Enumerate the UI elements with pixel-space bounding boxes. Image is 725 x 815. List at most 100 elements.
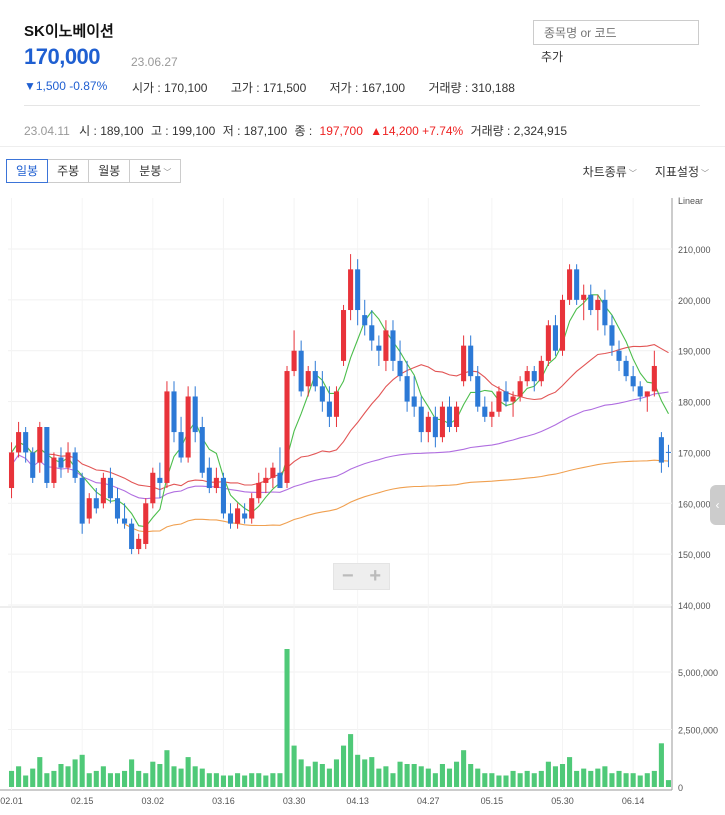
open-price: 시가 : 170,100 [132,81,208,95]
volume-bar [185,757,191,787]
candle-body [340,310,347,361]
volume-bar [404,764,410,787]
candle-body [404,376,410,402]
history-high: 고 : 199,100 [150,124,216,138]
volume-tick-label: 0 [678,783,683,793]
volume-bar [496,775,502,787]
volume-bar [122,770,128,787]
add-button[interactable]: 추가 [541,48,563,65]
zoom-control: − + [333,563,390,590]
date-tick-label: 03.16 [212,796,235,806]
chevron-down-icon: ﹀ [628,169,637,178]
candle-body [595,299,601,311]
history-date: 23.04.11 [24,124,70,138]
volume-bar [79,754,85,787]
candle-body [256,482,262,499]
candle-body [333,391,340,417]
candle-body [510,396,516,402]
volume-bar [531,773,537,787]
date-tick-label: 05.15 [481,796,504,806]
volume-bar [298,759,304,787]
date-tick-label: 04.27 [417,796,440,806]
volume-tick-label: 2,500,000 [678,726,718,736]
candle-body [44,427,50,483]
indicator-settings-dropdown[interactable]: 지표설정 ﹀ [655,163,709,180]
volume-bar [114,773,121,787]
candle-body [439,406,445,438]
volume-bar [658,743,664,787]
tab-minute[interactable]: 분봉 ﹀ [129,159,182,183]
candle-body [23,432,29,453]
volume-bar [319,764,325,787]
candle-body [567,269,573,300]
date-tick-label: 03.30 [283,796,306,806]
price-chart[interactable]: 210,000 200,000 190,000 180,000 170,000 160,0… [0,193,725,815]
search-input[interactable] [533,20,699,45]
price-date: 23.06.27 [131,55,178,69]
chart-type-dropdown[interactable]: 차트종류 ﹀ [583,163,637,180]
candle-body [242,513,248,519]
volume-bar [616,770,622,787]
volume-bar [630,773,636,787]
candle-body [199,427,205,473]
candle-body [425,416,431,433]
candle-body [531,371,537,382]
tab-daily[interactable]: 일봉 [6,159,49,183]
volume-bar [157,764,163,787]
volume-bar [383,766,389,787]
candle-body [418,406,424,433]
candle-body [623,360,629,377]
candle-body [489,411,495,417]
history-close: 197,700 [319,124,363,138]
volume-bar [284,649,290,787]
candle-body [129,523,135,550]
volume-bar [489,773,495,787]
volume-bar [432,773,438,787]
volume-bar [100,766,106,787]
candle-body [107,477,113,499]
volume-bar [362,759,368,787]
chevron-left-icon[interactable]: ‹ [710,485,725,525]
volume-bar [461,750,467,787]
candle-body [552,325,558,351]
chevron-down-icon: ﹀ [163,168,172,177]
candle-body [376,345,382,351]
volume-bar [333,759,340,787]
volume-bar [355,754,361,787]
volume-bar [609,773,615,787]
candle-body [355,269,361,311]
candle-body [37,427,43,463]
volume-bar [199,768,205,787]
history-close-label: 종 : [294,124,313,138]
candle-body [637,386,643,397]
candle-body [475,376,481,407]
volume-bar [23,775,29,787]
price-stats: 시가 : 170,100 고가 : 171,500 저가 : 167,100 거… [132,79,535,96]
candle-body [171,391,177,433]
tab-weekly[interactable]: 주봉 [47,159,90,183]
candle-body [538,360,544,382]
volume-bar [72,759,78,787]
volume-bar [178,768,184,787]
zoom-in-button[interactable]: + [362,564,390,589]
stock-name: SK이노베이션 [24,23,114,40]
zoom-out-button[interactable]: − [334,564,362,589]
history-volume: 거래량 : 2,324,915 [470,124,568,138]
candle-body [517,381,523,397]
candle-body [100,477,106,504]
candle-body [235,508,241,524]
candle-body [263,477,269,483]
candle-body [432,416,438,438]
volume-bar [65,766,71,787]
volume-bar [242,775,248,787]
tab-monthly[interactable]: 월봉 [88,159,131,183]
current-price: 170,000 [24,44,101,69]
candle-body [16,432,22,453]
candle-body [114,498,121,519]
candle-body [602,299,608,326]
candle-body [588,294,594,311]
date-tick-label: 06.14 [622,796,645,806]
candle-body [51,457,57,483]
divider [0,146,725,147]
candle-body [86,498,92,519]
